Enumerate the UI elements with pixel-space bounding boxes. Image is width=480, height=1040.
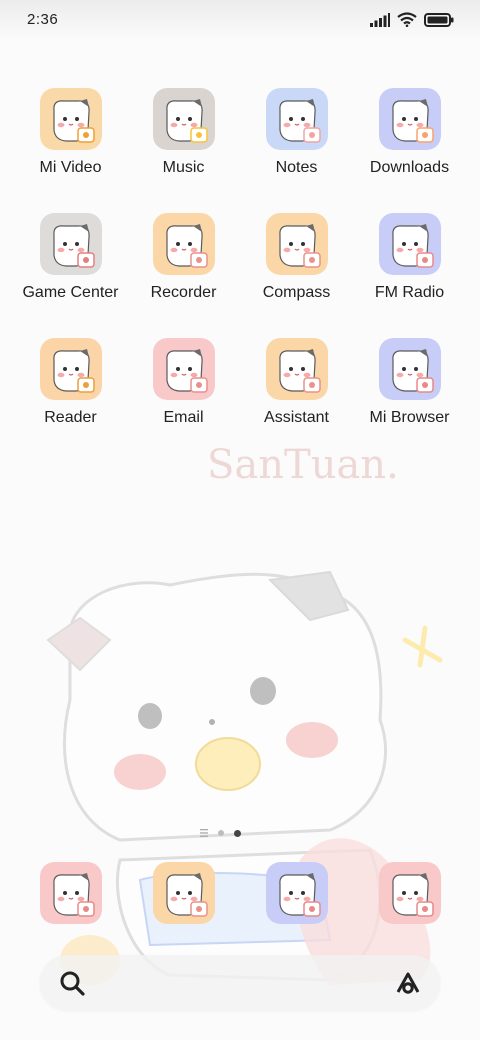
music-icon[interactable] bbox=[152, 88, 215, 150]
battery-icon bbox=[424, 12, 454, 27]
dock-app-2-icon[interactable] bbox=[152, 862, 215, 924]
app-label: Mi Video bbox=[39, 159, 102, 176]
app-label: Music bbox=[162, 159, 205, 176]
dock-app-2[interactable] bbox=[127, 862, 240, 932]
assistant-icon[interactable] bbox=[265, 338, 328, 400]
app-game-center[interactable]: Game Center bbox=[14, 213, 127, 323]
app-mi-video[interactable]: Mi Video bbox=[14, 88, 127, 198]
app-list-indicator-icon bbox=[200, 829, 208, 837]
app-label: Reader bbox=[44, 409, 97, 426]
status-time: 2:36 bbox=[27, 11, 59, 28]
fm-radio-icon[interactable] bbox=[378, 213, 441, 275]
app-label: Recorder bbox=[150, 284, 217, 301]
status-bar: 2:36 bbox=[0, 0, 480, 42]
dock-app-4[interactable] bbox=[353, 862, 466, 932]
app-notes[interactable]: Notes bbox=[240, 88, 353, 198]
downloads-icon[interactable] bbox=[378, 88, 441, 150]
page-dot-2 bbox=[234, 829, 241, 837]
game-center-icon[interactable] bbox=[39, 213, 102, 275]
status-icons bbox=[370, 12, 454, 27]
dock-app-1-icon[interactable] bbox=[39, 862, 102, 924]
search-bar[interactable] bbox=[40, 955, 440, 1010]
page-indicator bbox=[200, 829, 241, 837]
app-fm-radio[interactable]: FM Radio bbox=[353, 213, 466, 323]
app-email[interactable]: Email bbox=[127, 338, 240, 448]
dock-app-3-icon[interactable] bbox=[265, 862, 328, 924]
app-label: Email bbox=[163, 409, 204, 426]
assistant-icon[interactable] bbox=[394, 969, 422, 997]
mi-video-icon[interactable] bbox=[39, 88, 102, 150]
app-label: Mi Browser bbox=[369, 409, 450, 426]
page-dot-1 bbox=[218, 830, 224, 836]
app-label: Notes bbox=[275, 159, 318, 176]
email-icon[interactable] bbox=[152, 338, 215, 400]
app-label: FM Radio bbox=[374, 284, 445, 301]
app-label: Game Center bbox=[22, 284, 119, 301]
reader-icon[interactable] bbox=[39, 338, 102, 400]
app-assistant[interactable]: Assistant bbox=[240, 338, 353, 448]
notes-icon[interactable] bbox=[265, 88, 328, 150]
search-icon[interactable] bbox=[58, 969, 86, 997]
compass-icon[interactable] bbox=[265, 213, 328, 275]
mi-browser-icon[interactable] bbox=[378, 338, 441, 400]
app-downloads[interactable]: Downloads bbox=[353, 88, 466, 198]
dock-app-3[interactable] bbox=[240, 862, 353, 932]
signal-icon bbox=[370, 12, 390, 27]
app-recorder[interactable]: Recorder bbox=[127, 213, 240, 323]
app-reader[interactable]: Reader bbox=[14, 338, 127, 448]
app-mi-browser[interactable]: Mi Browser bbox=[353, 338, 466, 448]
app-compass[interactable]: Compass bbox=[240, 213, 353, 323]
dock-app-4-icon[interactable] bbox=[378, 862, 441, 924]
app-music[interactable]: Music bbox=[127, 88, 240, 198]
app-label: Compass bbox=[262, 284, 331, 301]
app-label: Downloads bbox=[369, 159, 450, 176]
app-label: Assistant bbox=[264, 409, 329, 426]
wifi-icon bbox=[397, 12, 417, 27]
recorder-icon[interactable] bbox=[152, 213, 215, 275]
dock-app-1[interactable] bbox=[14, 862, 127, 932]
wallpaper-signature: SanTuan. bbox=[207, 442, 399, 488]
